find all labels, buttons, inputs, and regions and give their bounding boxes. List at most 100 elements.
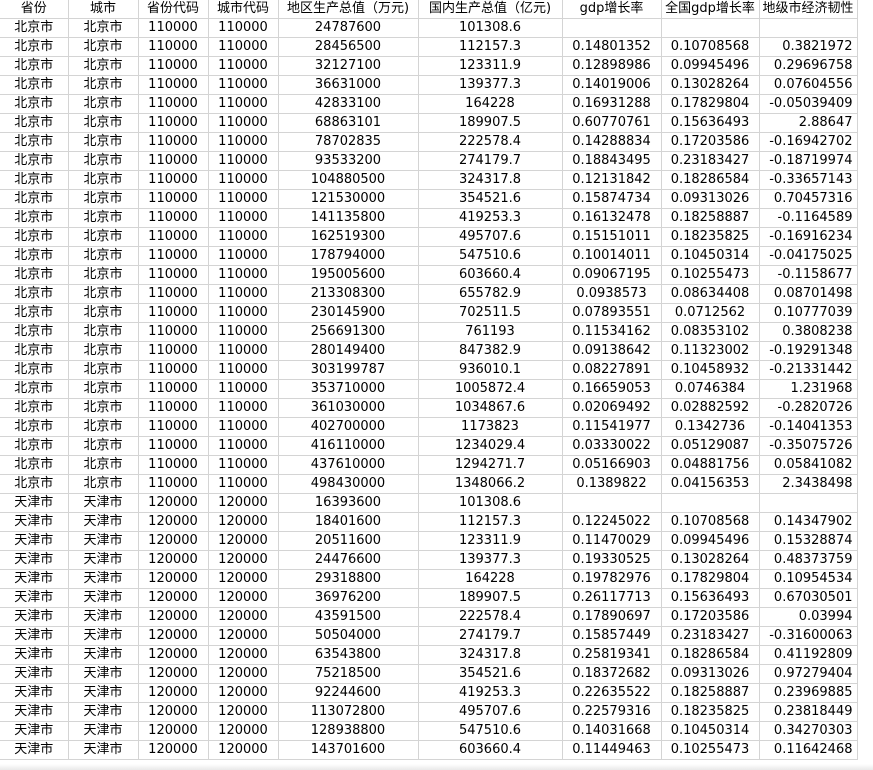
table-cell[interactable]: 0.67030501	[759, 588, 858, 608]
table-cell[interactable]: 0.19782976	[562, 569, 662, 589]
table-cell[interactable]: 110000	[138, 227, 209, 247]
table-cell[interactable]: 天津市	[68, 721, 139, 741]
table-cell[interactable]: 0.11323002	[661, 341, 760, 361]
table-cell[interactable]: 120000	[138, 645, 209, 665]
table-cell[interactable]: 0.08227891	[562, 360, 662, 380]
table-cell[interactable]: 63543800	[278, 645, 419, 665]
table-cell[interactable]: 419253.3	[418, 208, 563, 228]
table-cell[interactable]: 110000	[208, 303, 279, 323]
table-cell[interactable]: 北京市	[68, 455, 139, 475]
table-cell[interactable]: 110000	[138, 189, 209, 209]
table-cell[interactable]	[759, 493, 858, 513]
table-cell[interactable]: 0.08634408	[661, 284, 760, 304]
table-cell[interactable]: 43591500	[278, 607, 419, 627]
table-cell[interactable]: 0.11642468	[759, 740, 858, 760]
table-cell[interactable]: 0.18235825	[661, 702, 760, 722]
table-cell[interactable]: 北京市	[68, 37, 139, 57]
table-cell[interactable]: 0.09138642	[562, 341, 662, 361]
table-cell[interactable]: 天津市	[68, 512, 139, 532]
table-cell[interactable]: -0.21331442	[759, 360, 858, 380]
table-cell[interactable]: 0.23818449	[759, 702, 858, 722]
table-cell[interactable]: 110000	[208, 75, 279, 95]
table-cell[interactable]: 92244600	[278, 683, 419, 703]
table-cell[interactable]: 112157.3	[418, 37, 563, 57]
table-cell[interactable]: 北京市	[0, 341, 69, 361]
column-header[interactable]: 地级市经济韧性	[759, 0, 858, 19]
table-cell[interactable]: 北京市	[68, 341, 139, 361]
table-cell[interactable]: 113072800	[278, 702, 419, 722]
table-cell[interactable]: 0.12898986	[562, 56, 662, 76]
table-cell[interactable]: 北京市	[68, 151, 139, 171]
table-cell[interactable]: 222578.4	[418, 132, 563, 152]
table-cell[interactable]: 495707.6	[418, 227, 563, 247]
table-cell[interactable]: 0.15636493	[661, 588, 760, 608]
table-cell[interactable]: 0.10708568	[661, 37, 760, 57]
table-cell[interactable]: 0.10014011	[562, 246, 662, 266]
table-cell[interactable]: 93533200	[278, 151, 419, 171]
table-cell[interactable]: 110000	[208, 284, 279, 304]
table-cell[interactable]: 50504000	[278, 626, 419, 646]
table-cell[interactable]: 0.22579316	[562, 702, 662, 722]
table-cell[interactable]: 110000	[208, 322, 279, 342]
table-cell[interactable]: 120000	[138, 550, 209, 570]
table-cell[interactable]: 北京市	[68, 474, 139, 494]
table-cell[interactable]: 110000	[138, 56, 209, 76]
table-cell[interactable]: 北京市	[68, 189, 139, 209]
table-cell[interactable]: 北京市	[0, 132, 69, 152]
table-cell[interactable]: 110000	[208, 56, 279, 76]
table-cell[interactable]: 1294271.7	[418, 455, 563, 475]
table-cell[interactable]: -0.31600063	[759, 626, 858, 646]
table-cell[interactable]: 195005600	[278, 265, 419, 285]
table-cell[interactable]: 110000	[138, 265, 209, 285]
table-cell[interactable]: 110000	[138, 37, 209, 57]
table-cell[interactable]: 北京市	[0, 265, 69, 285]
table-cell[interactable]: 0.10777039	[759, 303, 858, 323]
table-cell[interactable]: 139377.3	[418, 75, 563, 95]
table-cell[interactable]: 110000	[208, 379, 279, 399]
table-cell[interactable]: 0.18843495	[562, 151, 662, 171]
table-cell[interactable]: 110000	[138, 303, 209, 323]
table-cell[interactable]: 120000	[138, 702, 209, 722]
table-cell[interactable]: 1234029.4	[418, 436, 563, 456]
table-cell[interactable]: 120000	[208, 512, 279, 532]
table-cell[interactable]: 0.14347902	[759, 512, 858, 532]
table-cell[interactable]: 0.0712562	[661, 303, 760, 323]
table-cell[interactable]: 120000	[138, 512, 209, 532]
table-cell[interactable]: 北京市	[0, 417, 69, 437]
table-cell[interactable]: 北京市	[0, 208, 69, 228]
table-cell[interactable]: -0.04175025	[759, 246, 858, 266]
table-cell[interactable]: 北京市	[0, 398, 69, 418]
column-header[interactable]: 省份	[0, 0, 69, 19]
table-cell[interactable]: 北京市	[0, 37, 69, 57]
table-cell[interactable]: 0.16132478	[562, 208, 662, 228]
table-cell[interactable]: 0.18286584	[661, 170, 760, 190]
table-cell[interactable]: 北京市	[0, 436, 69, 456]
table-cell[interactable]: 北京市	[68, 322, 139, 342]
table-cell[interactable]: 164228	[418, 569, 563, 589]
table-cell[interactable]: 北京市	[68, 417, 139, 437]
table-cell[interactable]: 北京市	[68, 284, 139, 304]
table-cell[interactable]: 120000	[138, 683, 209, 703]
table-cell[interactable]: -0.16916234	[759, 227, 858, 247]
table-cell[interactable]: 天津市	[0, 512, 69, 532]
table-cell[interactable]: 0.11449463	[562, 740, 662, 760]
table-cell[interactable]: 天津市	[0, 607, 69, 627]
table-cell[interactable]: 北京市	[68, 94, 139, 114]
table-cell[interactable]: 北京市	[0, 189, 69, 209]
table-cell[interactable]: 178794000	[278, 246, 419, 266]
table-cell[interactable]: 1034867.6	[418, 398, 563, 418]
table-cell[interactable]: 1173823	[418, 417, 563, 437]
table-cell[interactable]: 北京市	[68, 379, 139, 399]
table-cell[interactable]: 0.29696758	[759, 56, 858, 76]
table-cell[interactable]: 北京市	[68, 246, 139, 266]
table-cell[interactable]: 120000	[208, 531, 279, 551]
table-cell[interactable]: 141135800	[278, 208, 419, 228]
table-cell[interactable]: 936010.1	[418, 360, 563, 380]
table-cell[interactable]: 0.26117713	[562, 588, 662, 608]
table-cell[interactable]: -0.1164589	[759, 208, 858, 228]
table-cell[interactable]: 天津市	[0, 493, 69, 513]
table-cell[interactable]: 120000	[138, 493, 209, 513]
table-cell[interactable]: 北京市	[68, 208, 139, 228]
table-cell[interactable]: 天津市	[0, 645, 69, 665]
table-cell[interactable]: 0.11541977	[562, 417, 662, 437]
